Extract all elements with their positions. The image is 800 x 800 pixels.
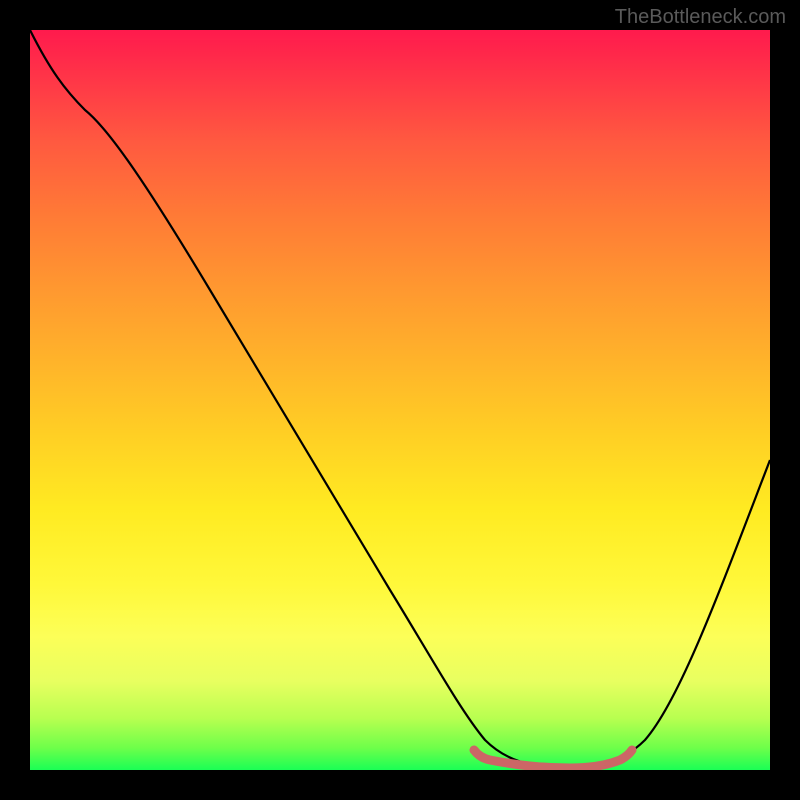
- plot-area: [30, 30, 770, 770]
- watermark-text: TheBottleneck.com: [615, 6, 786, 29]
- chart-svg: [30, 30, 770, 770]
- main-curve: [30, 30, 770, 768]
- trough-marker: [474, 750, 632, 768]
